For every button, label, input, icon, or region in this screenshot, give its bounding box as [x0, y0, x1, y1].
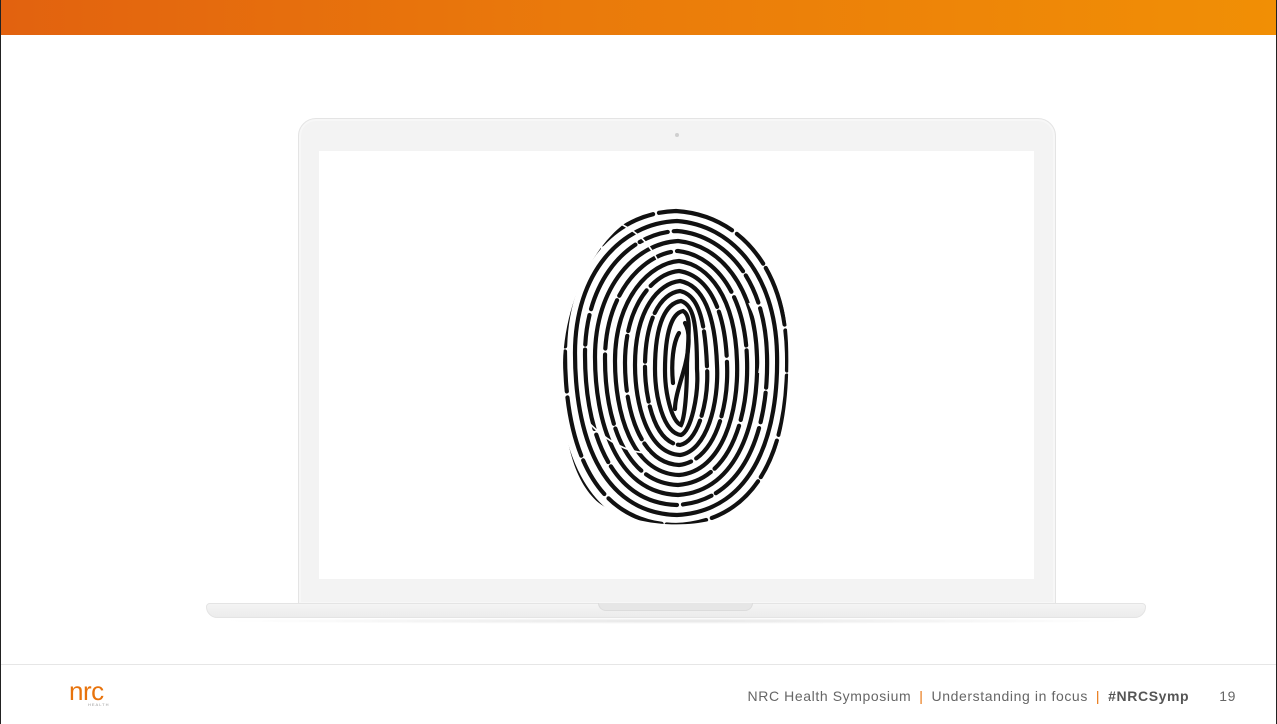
footer-separator: |	[919, 688, 924, 704]
slide: nrc HEALTH NRC Health Symposium | Understa…	[0, 0, 1277, 724]
laptop-illustration	[206, 118, 1146, 630]
footer-event: NRC Health Symposium	[747, 688, 912, 704]
footer-divider	[1, 664, 1276, 665]
page-number: 19	[1219, 688, 1236, 704]
footer-tagline: Understanding in focus	[931, 688, 1088, 704]
laptop-notch	[598, 603, 753, 611]
logo-subtitle: HEALTH	[88, 702, 110, 707]
laptop-screen	[319, 151, 1034, 579]
footer-hashtag: #NRCSymp	[1108, 688, 1190, 704]
footer: NRC Health Symposium | Understanding in fo…	[748, 688, 1236, 704]
camera-dot	[675, 133, 679, 137]
nrc-health-logo: nrc HEALTH	[69, 676, 129, 712]
footer-separator: |	[1095, 688, 1101, 704]
laptop-shadow	[216, 618, 1136, 624]
laptop-lid	[298, 118, 1056, 605]
top-accent-bar	[1, 0, 1276, 35]
logo-mark: nrc	[69, 676, 104, 706]
fingerprint-icon	[562, 205, 789, 525]
